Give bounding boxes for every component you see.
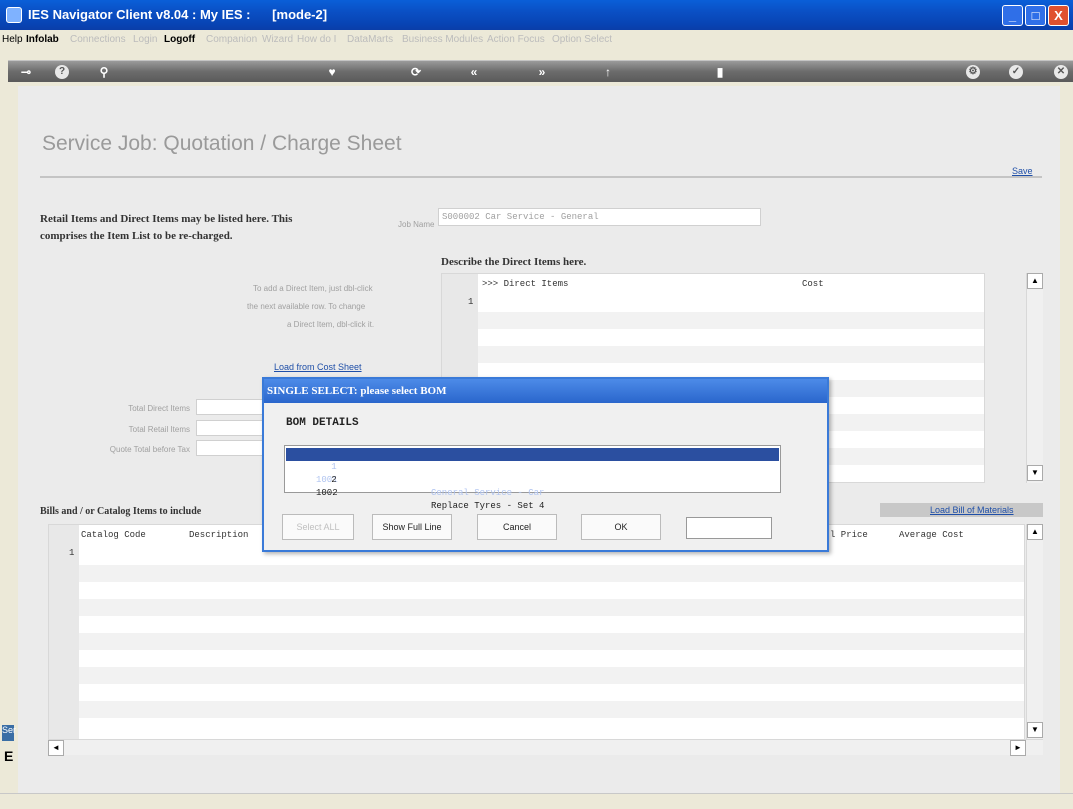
menu-how-do-i[interactable]: How do I bbox=[297, 34, 336, 45]
menu-business-modules[interactable]: Business Modules bbox=[402, 34, 483, 45]
total-retail-items-label: Total Retail Items bbox=[128, 425, 190, 434]
direct-help-line-1: To add a Direct Item, just dbl-click bbox=[253, 284, 373, 293]
menu-help[interactable]: Help bbox=[2, 34, 23, 45]
menu-connections[interactable]: Connections bbox=[70, 34, 126, 45]
menu-bar: Help Infolab Connections Login Logoff Co… bbox=[0, 30, 1073, 50]
help-icon[interactable]: ? bbox=[55, 65, 69, 79]
col-header-description[interactable]: Description bbox=[189, 530, 248, 540]
window-title: IES Navigator Client v8.04 : My IES : [m… bbox=[28, 7, 328, 22]
status-bar bbox=[0, 793, 1073, 809]
menu-datamarts[interactable]: DataMarts bbox=[347, 34, 393, 45]
app-window: IES Navigator Client v8.04 : My IES : [m… bbox=[0, 0, 1073, 809]
bom-description: General Service - Car bbox=[431, 488, 545, 498]
col-header-cost[interactable]: Cost bbox=[802, 279, 824, 289]
title-bar[interactable]: IES Navigator Client v8.04 : My IES : [m… bbox=[0, 0, 1073, 30]
catalog-grid-hscrollbar[interactable]: ◄ ► bbox=[48, 739, 1043, 756]
up-icon[interactable]: ↑ bbox=[600, 65, 616, 79]
direct-help-line-2: the next available row. To change bbox=[247, 302, 366, 311]
favorite-icon[interactable]: ♥ bbox=[324, 65, 340, 79]
ok-button[interactable]: OK bbox=[581, 514, 661, 540]
catalog-grid-scrollbar[interactable]: ▲ ▼ bbox=[1026, 524, 1043, 739]
job-name-field[interactable]: S000002 Car Service - General bbox=[438, 208, 761, 226]
table-row[interactable] bbox=[478, 312, 984, 329]
menu-logoff[interactable]: Logoff bbox=[164, 34, 195, 45]
table-row[interactable] bbox=[79, 667, 1024, 684]
direct-grid-scrollbar[interactable]: ▲ ▼ bbox=[1026, 273, 1043, 483]
scroll-right-button[interactable]: ► bbox=[1010, 740, 1026, 756]
row-gutter bbox=[49, 525, 79, 747]
toolbar: ⊸ ? ⚲ ♥ ⟳ « » ↑ ▮ ⚙ ✓ ✕ bbox=[8, 60, 1073, 82]
refresh-icon[interactable]: ⟳ bbox=[408, 65, 424, 79]
close-icon[interactable]: ✕ bbox=[1054, 65, 1068, 79]
row-number: 1 bbox=[69, 548, 75, 558]
minimize-button[interactable]: _ bbox=[1002, 5, 1023, 26]
direct-items-title: Describe the Direct Items here. bbox=[441, 256, 587, 268]
load-bill-of-materials-link[interactable]: Load Bill of Materials bbox=[930, 505, 1014, 515]
job-name-label: Job Name bbox=[398, 220, 435, 229]
bom-code: 1002 bbox=[316, 488, 338, 498]
save-link[interactable]: Save bbox=[1012, 166, 1033, 176]
show-full-line-button[interactable]: Show Full Line bbox=[372, 514, 452, 540]
menu-companion[interactable]: Companion bbox=[206, 34, 257, 45]
row-number: 1 bbox=[468, 297, 474, 307]
app-icon bbox=[6, 7, 22, 23]
select-all-button[interactable]: Select ALL bbox=[282, 514, 354, 540]
side-tab[interactable]: Ser bbox=[2, 725, 16, 741]
table-row[interactable] bbox=[79, 701, 1024, 718]
col-header-price[interactable]: l Price bbox=[830, 530, 868, 540]
quote-total-label: Quote Total before Tax bbox=[109, 445, 190, 454]
col-header-average-cost[interactable]: Average Cost bbox=[899, 530, 964, 540]
list-item[interactable]: 2 1002 Replace Tyres - Set 4 bbox=[286, 461, 779, 511]
col-header-catalog-code[interactable]: Catalog Code bbox=[81, 530, 146, 540]
confirm-icon[interactable]: ✓ bbox=[1009, 65, 1023, 79]
side-letter: E bbox=[4, 748, 14, 764]
scroll-up-button[interactable]: ▲ bbox=[1027, 524, 1043, 540]
menu-action-focus[interactable]: Action Focus bbox=[487, 34, 545, 45]
table-row[interactable] bbox=[79, 599, 1024, 616]
table-row[interactable] bbox=[79, 633, 1024, 650]
scroll-left-button[interactable]: ◄ bbox=[48, 740, 64, 756]
table-row[interactable] bbox=[478, 346, 984, 363]
col-header-direct-items[interactable]: >>> Direct Items bbox=[482, 279, 568, 289]
list-item[interactable]: 1 1001 General Service - Car bbox=[286, 448, 779, 498]
dialog-heading: BOM DETAILS bbox=[286, 417, 359, 429]
bom-list[interactable]: 1 1001 General Service - Car 2 1002 Repl… bbox=[284, 445, 781, 511]
search-icon[interactable]: ⚲ bbox=[96, 65, 112, 79]
dialog-title[interactable]: SINGLE SELECT: please select BOM bbox=[264, 379, 827, 403]
page-title: Service Job: Quotation / Charge Sheet bbox=[42, 132, 402, 155]
bills-title: Bills and / or Catalog Items to include bbox=[40, 506, 202, 517]
menu-infolab[interactable]: Infolab bbox=[26, 34, 59, 45]
block-icon[interactable]: ▮ bbox=[712, 65, 728, 79]
direct-help-line-3: a Direct Item, dbl-click it. bbox=[287, 320, 375, 329]
scroll-up-button[interactable]: ▲ bbox=[1027, 273, 1043, 289]
close-window-button[interactable]: X bbox=[1048, 5, 1069, 26]
filter-input[interactable] bbox=[686, 517, 772, 539]
total-direct-items-label: Total Direct Items bbox=[128, 404, 190, 413]
scroll-down-button[interactable]: ▼ bbox=[1027, 465, 1043, 481]
intro-text: Retail Items and Direct Items may be lis… bbox=[40, 213, 293, 242]
menu-wizard[interactable]: Wizard bbox=[262, 34, 293, 45]
load-from-cost-sheet-link[interactable]: Load from Cost Sheet bbox=[274, 362, 362, 372]
scroll-down-button[interactable]: ▼ bbox=[1027, 722, 1043, 738]
select-bom-dialog: SINGLE SELECT: please select BOM BOM DET… bbox=[262, 377, 829, 552]
title-divider bbox=[40, 176, 1042, 178]
settings-icon[interactable]: ⚙ bbox=[966, 65, 980, 79]
menu-option-select[interactable]: Option Select bbox=[552, 34, 612, 45]
row-number: 2 bbox=[331, 475, 337, 485]
back-icon[interactable]: « bbox=[466, 65, 482, 79]
menu-login[interactable]: Login bbox=[133, 34, 157, 45]
forward-icon[interactable]: » bbox=[534, 65, 550, 79]
maximize-button[interactable]: □ bbox=[1025, 5, 1046, 26]
catalog-items-grid[interactable]: Catalog Code Description l Price Average… bbox=[48, 524, 1025, 748]
key-icon[interactable]: ⊸ bbox=[14, 65, 38, 79]
table-row[interactable] bbox=[79, 565, 1024, 582]
bom-description: Replace Tyres - Set 4 bbox=[431, 501, 545, 511]
cancel-button[interactable]: Cancel bbox=[477, 514, 557, 540]
